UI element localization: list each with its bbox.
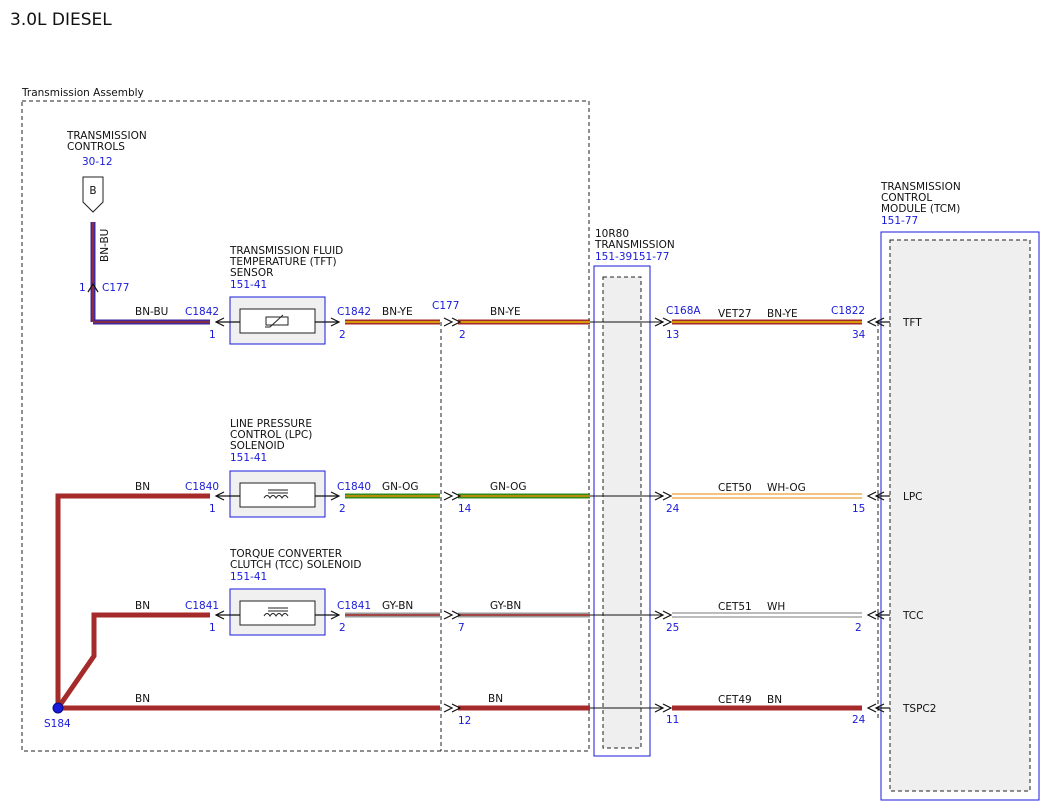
circuit-lpc-pin-left: 24	[666, 503, 680, 515]
lpc-left-connector[interactable]: C1840	[185, 481, 219, 493]
circuit-tft-id: VET27	[718, 308, 752, 320]
transmission-side-arrows	[654, 317, 673, 713]
tcc-right-pin: 2	[339, 622, 346, 634]
circuit-tcc-wire: WH	[767, 601, 785, 613]
lpc-solenoid-element	[239, 482, 316, 508]
tcc-ref[interactable]: 151-41	[230, 571, 267, 583]
transmission-connector-body	[602, 276, 642, 749]
circuit-lpc-wire: WH-OG	[767, 482, 806, 494]
circuit-tft-connector-left[interactable]: C168A	[666, 305, 701, 317]
circuit-tft-wire: BN-YE	[767, 308, 798, 320]
tft-inline-wire: BN-YE	[490, 306, 521, 318]
circuit-tcc-pin-left: 25	[666, 622, 679, 634]
page-title: 3.0L DIESEL	[10, 10, 112, 30]
transmission-ref[interactable]: 151-39151-77	[595, 251, 669, 263]
lpc-line3: SOLENOID	[230, 440, 285, 452]
tft-line3: SENSOR	[230, 267, 273, 279]
tft-left-pin: 1	[209, 329, 216, 341]
circuit-tft-pin-right: 34	[852, 329, 866, 341]
tcm-line3: MODULE (TCM)	[881, 203, 960, 215]
circuit-tspc2-pin-left: 11	[666, 714, 679, 726]
lpc-right-pin: 2	[339, 503, 346, 515]
ground-inline-pin: 12	[458, 715, 471, 727]
tft-left-wire: BN-BU	[135, 306, 168, 318]
tft-inline-connector[interactable]: C177	[432, 300, 459, 312]
tft-right-pin: 2	[339, 329, 346, 341]
circuit-tcc-id: CET51	[718, 601, 752, 613]
circuit-tft-connector-right[interactable]: C1822	[831, 305, 865, 317]
signal-tcc: TCC	[902, 610, 923, 622]
circuit-lpc-id: CET50	[718, 482, 752, 494]
assembly-label: Transmission Assembly	[21, 87, 144, 99]
splice-s184-dot[interactable]	[52, 702, 64, 714]
wiring-diagram: 3.0L DIESEL Transmission Assembly 10R80 …	[10, 10, 1040, 801]
lpc-inline-wire: GN-OG	[490, 481, 526, 493]
circuit-tspc2-wire: BN	[767, 694, 782, 706]
trans-controls-ref[interactable]: 30-12	[82, 156, 113, 168]
tcc-inline-wire: GY-BN	[490, 600, 521, 612]
lpc-ref[interactable]: 151-41	[230, 452, 267, 464]
lpc-left-pin: 1	[209, 503, 216, 515]
signal-tft: TFT	[902, 317, 922, 329]
circuit-lpc-pin-right: 15	[852, 503, 865, 515]
tcc-solenoid-element	[239, 600, 316, 626]
tcc-inline-pin: 7	[458, 622, 465, 634]
wire-label-bn-bu-vertical: BN-BU	[99, 229, 111, 262]
circuit-tspc2-id: CET49	[718, 694, 752, 706]
tcc-line2: CLUTCH (TCC) SOLENOID	[230, 559, 361, 571]
trans-controls-pin: 1	[79, 282, 86, 294]
tcc-right-connector[interactable]: C1841	[337, 600, 371, 612]
signal-tspc2: TSPC2	[902, 703, 936, 715]
trans-controls-connector[interactable]: C177	[102, 282, 129, 294]
circuit-tspc2-pin-right: 24	[852, 714, 866, 726]
lpc-left-wire: BN	[135, 481, 150, 493]
tcc-left-wire: BN	[135, 600, 150, 612]
tft-ref[interactable]: 151-41	[230, 279, 267, 291]
circuit-tcc-pin-right: 2	[855, 622, 862, 634]
splice-s184-label[interactable]: S184	[44, 718, 71, 730]
tft-right-connector[interactable]: C1842	[337, 306, 371, 318]
ground-inline-wire: BN	[488, 693, 503, 705]
tcc-right-wire: GY-BN	[382, 600, 413, 612]
tcm-ref[interactable]: 151-77	[881, 215, 918, 227]
lpc-right-connector[interactable]: C1840	[337, 481, 371, 493]
tcc-left-pin: 1	[209, 622, 216, 634]
tcm-side-arrows	[866, 317, 890, 713]
trans-controls-line2: CONTROLS	[67, 141, 125, 153]
signal-lpc: LPC	[903, 491, 923, 503]
wire-bn-tcc-ground	[55, 612, 210, 710]
thermistor-icon	[265, 314, 289, 328]
lpc-right-wire: GN-OG	[382, 481, 418, 493]
circuit-tft-pin-left: 13	[666, 329, 679, 341]
tft-left-connector[interactable]: C1842	[185, 306, 219, 318]
ground-left-wire: BN	[135, 693, 150, 705]
connector-b-letter: B	[89, 185, 96, 197]
tft-inline-pin: 2	[459, 329, 466, 341]
transmission-line2: TRANSMISSION	[594, 239, 675, 251]
tft-right-wire: BN-YE	[382, 306, 413, 318]
tcc-left-connector[interactable]: C1841	[185, 600, 219, 612]
lpc-inline-pin: 14	[458, 503, 472, 515]
